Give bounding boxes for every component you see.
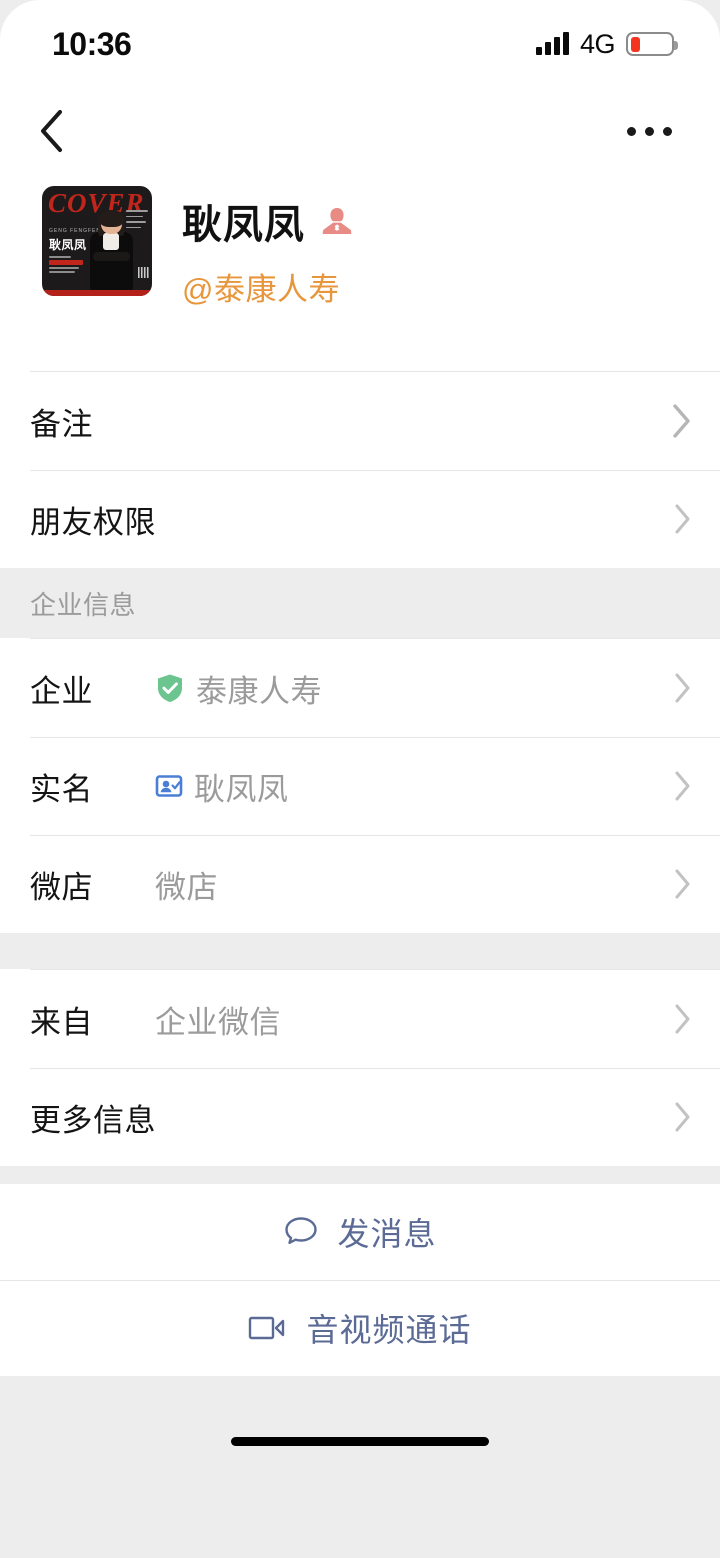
section-header-enterprise-info: 企业信息 [0, 568, 720, 638]
avatar-bottom-bar [42, 290, 152, 296]
id-card-icon [155, 775, 183, 797]
row-more-info[interactable]: 更多信息 [0, 1068, 720, 1166]
chat-bubble-icon [285, 1217, 318, 1244]
row-label: 实名 [30, 771, 93, 807]
signal-bars-icon [535, 32, 569, 55]
video-camera-icon [249, 1316, 285, 1340]
avatar-name-cn: 耿凤凤 [49, 238, 87, 252]
avatar-qr-code [138, 267, 149, 278]
row-label: 微店 [30, 869, 93, 905]
row-value: 耿凤凤 [194, 771, 289, 807]
action-spacer [0, 1166, 720, 1184]
row-label: 更多信息 [30, 1102, 156, 1138]
list-group-source: 来自 企业微信 更多信息 [0, 969, 720, 1166]
female-avatar-icon [322, 208, 352, 234]
profile-alias: @泰康人寿 [182, 272, 340, 307]
row-remark[interactable]: 备注 [0, 372, 720, 470]
status-time: 10:36 [52, 25, 132, 62]
row-source[interactable]: 来自 企业微信 [0, 970, 720, 1068]
row-value: 微店 [155, 869, 218, 905]
chevron-right-icon [674, 504, 692, 534]
chevron-right-icon [674, 869, 692, 899]
network-type-label: 4G [579, 28, 616, 59]
profile-name: 耿凤凤 [182, 203, 305, 247]
navigation-bar [0, 88, 720, 174]
send-message-button[interactable]: 发消息 [0, 1184, 720, 1280]
bottom-area [0, 1376, 720, 1472]
avatar-person-figure [88, 210, 134, 290]
chevron-right-icon [674, 673, 692, 703]
row-label: 备注 [30, 406, 93, 442]
chevron-right-icon [674, 1004, 692, 1034]
profile-header: COVER GENG FENGFENG 耿凤凤 耿凤凤 @泰康人寿 [0, 174, 720, 371]
verified-shield-icon [158, 674, 182, 702]
profile-name-row: 耿凤凤 [182, 192, 353, 250]
row-label: 来自 [30, 1004, 93, 1040]
battery-low-icon [626, 32, 678, 56]
more-dot [627, 126, 636, 136]
action-label: 音视频通话 [306, 1312, 472, 1348]
more-dot [645, 126, 654, 136]
section-spacer [0, 933, 720, 969]
chevron-left-icon [41, 110, 62, 152]
status-bar: 10:36 4G [0, 0, 720, 88]
row-value: 泰康人寿 [196, 673, 322, 709]
row-real-name[interactable]: 实名 耿凤凤 [0, 737, 720, 835]
more-dot [663, 126, 672, 136]
action-label: 发消息 [337, 1216, 437, 1252]
video-call-button[interactable]: 音视频通话 [0, 1280, 720, 1376]
status-indicators: 4G [535, 28, 678, 60]
row-value: 企业微信 [155, 1004, 281, 1040]
row-micro-store[interactable]: 微店 微店 [0, 835, 720, 933]
avatar-text-lines [49, 256, 85, 275]
row-value-wrap: 耿凤凤 [155, 764, 289, 809]
more-options-button[interactable] [623, 117, 676, 146]
row-enterprise[interactable]: 企业 泰康人寿 [0, 639, 720, 737]
row-value-wrap: 微店 [155, 862, 218, 907]
list-group-basic: 备注 朋友权限 [0, 371, 720, 568]
list-group-enterprise: 企业 泰康人寿 实名 耿凤凤 微店 微店 [0, 638, 720, 933]
back-button[interactable] [28, 108, 74, 154]
row-label: 朋友权限 [30, 504, 156, 540]
chevron-right-icon [674, 771, 692, 801]
phone-screen: 10:36 4G COVER GENG FENGFENG 耿凤凤 耿凤凤 @泰康… [0, 0, 720, 1558]
row-value-wrap: 泰康人寿 [155, 666, 322, 711]
row-value-wrap: 企业微信 [155, 997, 281, 1042]
chevron-right-icon [672, 404, 692, 438]
home-indicator[interactable] [231, 1437, 489, 1446]
row-friend-permissions[interactable]: 朋友权限 [0, 470, 720, 568]
avatar[interactable]: COVER GENG FENGFENG 耿凤凤 [42, 186, 152, 296]
profile-info: 耿凤凤 @泰康人寿 [182, 186, 353, 309]
chevron-right-icon [674, 1102, 692, 1132]
row-label: 企业 [30, 673, 93, 709]
